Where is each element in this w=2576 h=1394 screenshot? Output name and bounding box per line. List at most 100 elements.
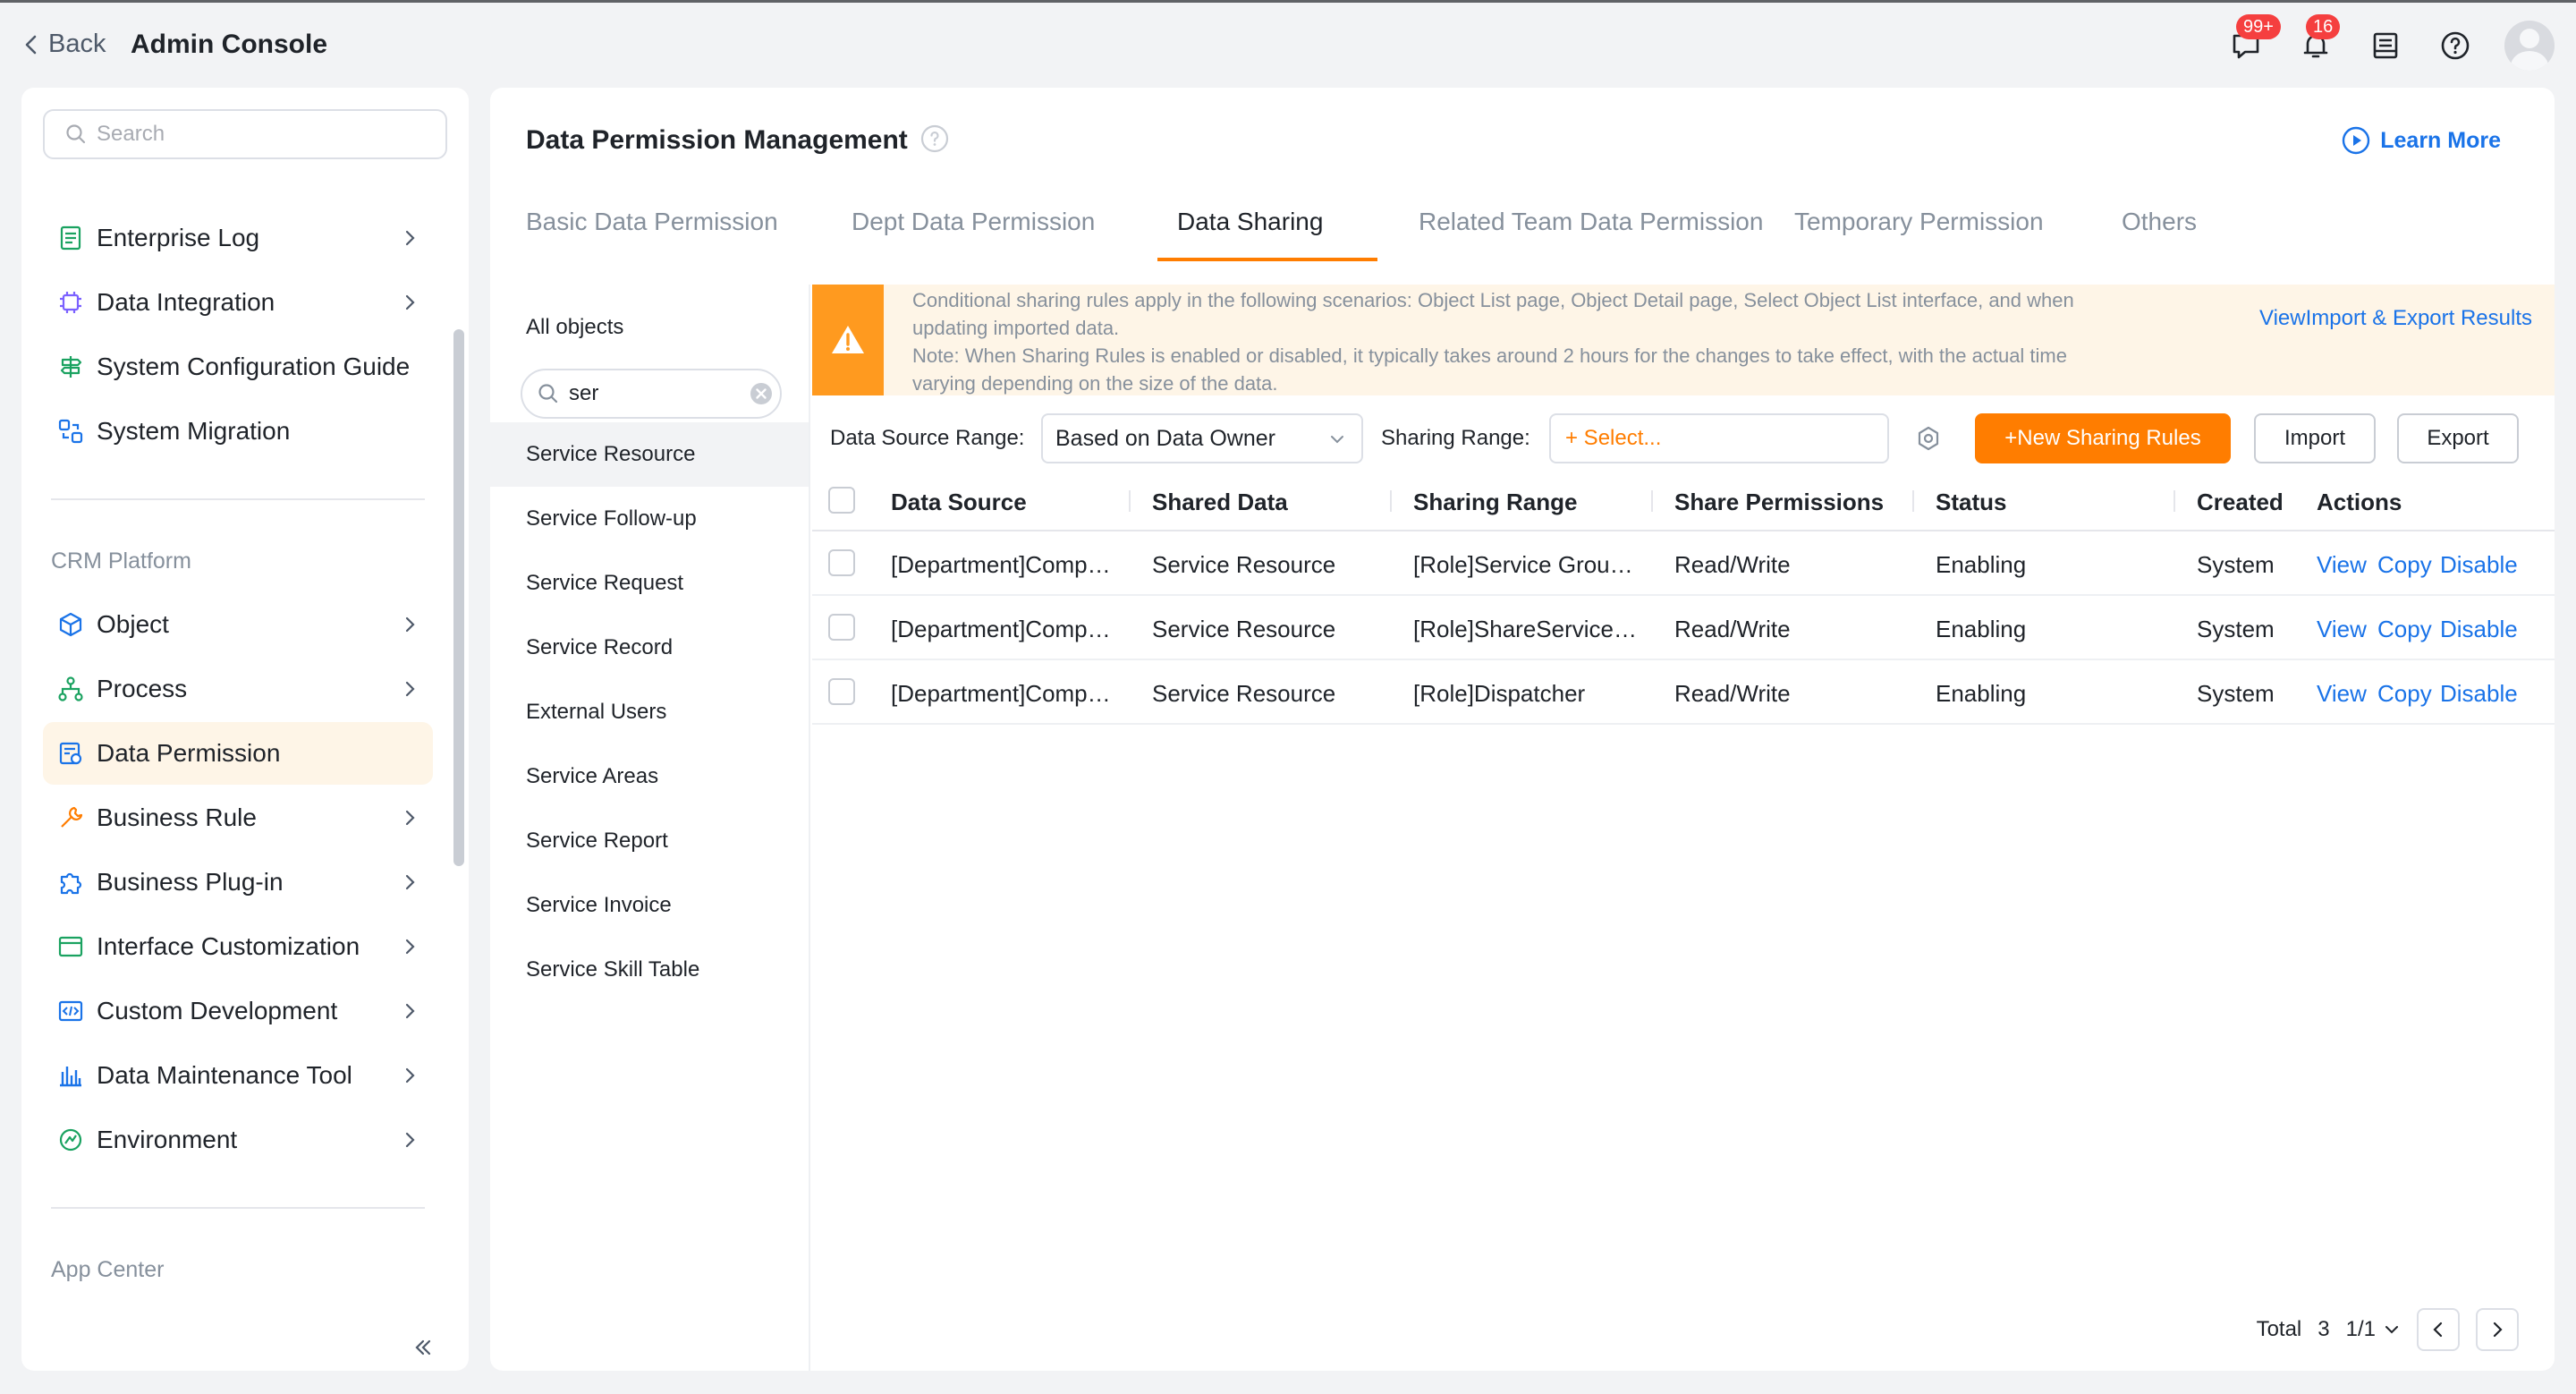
object-item-service-report[interactable]: Service Report xyxy=(490,809,809,873)
sidebar-item-label: Process xyxy=(97,675,188,702)
sidebar-search-input[interactable] xyxy=(97,122,436,147)
sidebar-item-object[interactable]: Object xyxy=(43,593,433,656)
object-search-input[interactable] xyxy=(569,381,739,406)
chevron-right-icon xyxy=(405,681,415,697)
sidebar-search[interactable] xyxy=(43,109,447,159)
object-item-service-areas[interactable]: Service Areas xyxy=(490,744,809,809)
chevron-right-icon xyxy=(405,810,415,826)
column-header: Data Source xyxy=(891,489,1027,515)
chevron-left-icon xyxy=(2433,1322,2443,1338)
sidebar-item-process[interactable]: Process xyxy=(43,658,433,720)
copy-link[interactable]: Copy xyxy=(2377,680,2432,708)
sidebar-item-business-rule[interactable]: Business Rule xyxy=(43,786,433,849)
object-item-service-resource[interactable]: Service Resource xyxy=(490,422,809,487)
help-button[interactable] xyxy=(2435,25,2476,66)
cell-created-by: System xyxy=(2197,616,2275,642)
learn-more-label: Learn More xyxy=(2380,127,2501,153)
clear-icon[interactable] xyxy=(748,380,775,407)
sidebar-item-label: System Configuration Guide xyxy=(97,353,411,380)
settings-icon[interactable] xyxy=(1914,424,1943,453)
sidebar-item-system-migration[interactable]: System Migration xyxy=(43,400,433,463)
next-page-button[interactable] xyxy=(2476,1308,2519,1351)
sidebar-item-interface-customization[interactable]: Interface Customization xyxy=(43,915,433,978)
tab-temporary-permission[interactable]: Temporary Permission xyxy=(1794,208,2044,236)
object-item-service-follow-up[interactable]: Service Follow-up xyxy=(490,487,809,551)
sharing-rules-content: Conditional sharing rules apply in the f… xyxy=(812,285,2555,1371)
environment-icon xyxy=(55,1125,86,1155)
notification-button[interactable]: 16 xyxy=(2295,14,2341,66)
object-item-external-users[interactable]: External Users xyxy=(490,680,809,744)
sidebar-item-label: Data Maintenance Tool xyxy=(97,1061,352,1089)
avatar[interactable] xyxy=(2504,21,2555,71)
view-link[interactable]: View xyxy=(2317,616,2367,643)
page-selector[interactable]: 1/1 xyxy=(2346,1317,2401,1342)
sidebar-item-label: System Migration xyxy=(97,417,291,445)
tab-dept-data-permission[interactable]: Dept Data Permission xyxy=(852,208,1095,236)
object-item-service-invoice[interactable]: Service Invoice xyxy=(490,873,809,938)
cell-status: Enabling xyxy=(1936,551,2027,578)
sidebar-item-custom-development[interactable]: Custom Development xyxy=(43,980,433,1042)
import-export-results-link[interactable]: ViewImport & Export Results xyxy=(2259,306,2532,331)
log-icon xyxy=(55,223,86,253)
sidebar-item-enterprise-log[interactable]: Enterprise Log xyxy=(43,207,433,269)
disable-link[interactable]: Disable xyxy=(2440,680,2518,708)
total-label: Total xyxy=(2256,1317,2302,1341)
object-item-service-request[interactable]: Service Request xyxy=(490,551,809,616)
copy-link[interactable]: Copy xyxy=(2377,551,2432,579)
learn-more-link[interactable]: Learn More xyxy=(2341,125,2501,156)
row-checkbox[interactable] xyxy=(828,614,855,641)
sidebar-item-data-maintenance-tool[interactable]: Data Maintenance Tool xyxy=(43,1044,433,1107)
bar-chart-icon xyxy=(55,1060,86,1091)
back-button[interactable]: Back xyxy=(21,30,106,59)
sharing-range-select[interactable]: + Select... xyxy=(1549,413,1889,463)
sidebar-item-label: Interface Customization xyxy=(97,932,360,960)
chevron-right-icon xyxy=(405,874,415,890)
sidebar-item-environment[interactable]: Environment xyxy=(43,1109,433,1171)
window-icon xyxy=(55,931,86,962)
import-button[interactable]: Import xyxy=(2254,413,2376,463)
export-button[interactable]: Export xyxy=(2397,413,2519,463)
object-search[interactable] xyxy=(521,369,782,419)
cell-sharing-range: [Role]Dispatcher xyxy=(1413,680,1586,707)
object-item-service-record[interactable]: Service Record xyxy=(490,616,809,680)
back-label: Back xyxy=(48,30,106,58)
sidebar-item-system-configuration-guide[interactable]: System Configuration Guide xyxy=(43,336,433,398)
help-icon[interactable] xyxy=(919,123,950,154)
object-item-service-skill-table[interactable]: Service Skill Table xyxy=(490,938,809,1002)
chevron-right-icon xyxy=(405,1132,415,1148)
sidebar-item-data-permission[interactable]: Data Permission xyxy=(43,722,433,785)
disable-link[interactable]: Disable xyxy=(2440,551,2518,579)
chevron-right-icon xyxy=(405,1067,415,1084)
row-checkbox[interactable] xyxy=(828,549,855,576)
chat-button[interactable]: 99+ xyxy=(2225,14,2281,66)
puzzle-icon xyxy=(55,867,86,897)
prev-page-button[interactable] xyxy=(2417,1308,2460,1351)
sidebar-scrollbar[interactable] xyxy=(453,329,464,866)
sidebar-item-business-plug-in[interactable]: Business Plug-in xyxy=(43,851,433,914)
active-tab-indicator xyxy=(1157,258,1377,261)
view-link[interactable]: View xyxy=(2317,551,2367,579)
data-source-range-select[interactable]: Based on Data Owner xyxy=(1041,413,1363,463)
select-all-checkbox[interactable] xyxy=(828,487,855,514)
column-header: Sharing Range xyxy=(1413,489,1578,515)
data-permission-icon xyxy=(55,738,86,769)
copy-link[interactable]: Copy xyxy=(2377,616,2432,643)
tasks-button[interactable] xyxy=(2365,25,2406,66)
column-header: Share Permissions xyxy=(1674,489,1885,515)
column-separator xyxy=(1912,490,1914,512)
tab-data-sharing[interactable]: Data Sharing xyxy=(1177,208,1323,236)
tab-others[interactable]: Others xyxy=(2122,208,2197,236)
tab-basic-data-permission[interactable]: Basic Data Permission xyxy=(526,208,778,236)
row-checkbox[interactable] xyxy=(828,678,855,705)
collapse-sidebar-icon[interactable] xyxy=(408,1333,436,1362)
notification-badge: 16 xyxy=(2306,14,2341,39)
sidebar-item-data-integration[interactable]: Data Integration xyxy=(43,271,433,334)
new-sharing-rules-button[interactable]: +New Sharing Rules xyxy=(1975,413,2231,463)
data-source-range-label: Data Source Range: xyxy=(830,426,1025,450)
cell-shared-data: Service Resource xyxy=(1152,616,1336,642)
tab-related-team-data-permission[interactable]: Related Team Data Permission xyxy=(1419,208,1763,236)
cell-sharing-range: [Role]Service Group Leader xyxy=(1413,551,1637,578)
toolbar: Data Source Range: Based on Data Owner S… xyxy=(812,412,2555,465)
disable-link[interactable]: Disable xyxy=(2440,616,2518,643)
view-link[interactable]: View xyxy=(2317,680,2367,708)
